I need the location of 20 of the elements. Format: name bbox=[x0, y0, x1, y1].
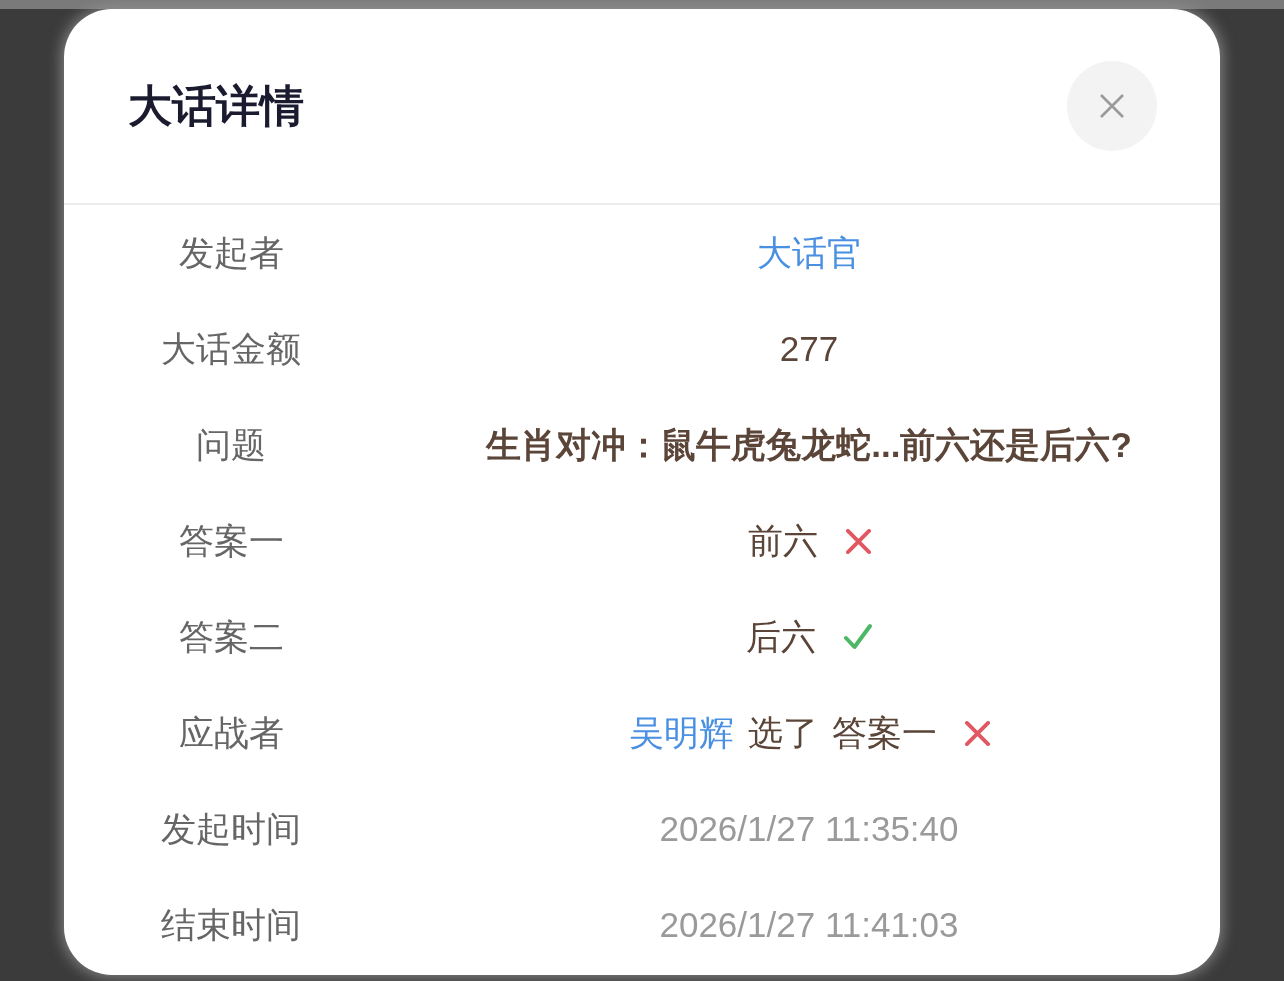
field-label: 答案一 bbox=[178, 519, 284, 562]
field-label: 结束时间 bbox=[161, 903, 301, 946]
question-text: 生肖对冲：鼠牛虎兔龙蛇...前六还是后六? bbox=[486, 423, 1132, 466]
timestamp-text: 2026/1/27 11:35:40 bbox=[659, 809, 959, 849]
challenger-link[interactable]: 吴明辉 bbox=[628, 709, 734, 757]
amount-value: 277 bbox=[779, 329, 839, 369]
timestamp-text: 2026/1/27 11:41:03 bbox=[659, 905, 959, 945]
dialog-title: 大话详情 bbox=[128, 79, 304, 132]
close-icon bbox=[1100, 94, 1124, 118]
field-label: 发起者 bbox=[178, 231, 284, 274]
field-label: 答案二 bbox=[178, 615, 284, 658]
answer-value: 前六 bbox=[747, 519, 818, 562]
answer-value: 后六 bbox=[746, 615, 816, 658]
chose-text: 选了 bbox=[747, 711, 818, 754]
field-label: 发起时间 bbox=[161, 807, 301, 850]
field-label: 应战者 bbox=[178, 711, 284, 754]
field-label: 大话金额 bbox=[161, 327, 301, 370]
chosen-answer: 答案一 bbox=[831, 711, 937, 754]
field-label: 问题 bbox=[196, 423, 266, 466]
initiator-link[interactable]: 大话官 bbox=[756, 229, 862, 277]
